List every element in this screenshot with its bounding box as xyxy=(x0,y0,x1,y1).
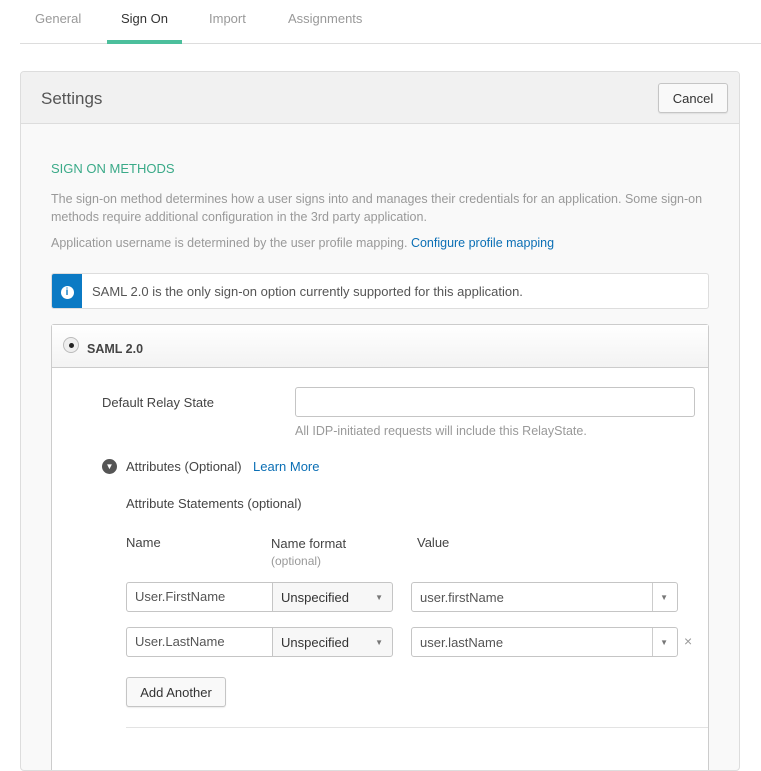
dropdown-arrow-icon[interactable]: ▼ xyxy=(660,638,668,647)
attr-value: user.lastName xyxy=(420,634,504,650)
relay-state-help: All IDP-initiated requests will include … xyxy=(295,424,587,438)
tab-sign-on[interactable]: Sign On xyxy=(121,11,168,26)
relay-state-label: Default Relay State xyxy=(102,395,215,410)
attr-name-input[interactable]: User.FirstName xyxy=(126,582,273,612)
learn-more-link[interactable]: Learn More xyxy=(253,459,319,474)
attribute-statements-label: Attribute Statements (optional) xyxy=(126,496,302,511)
col-name-header: Name xyxy=(126,535,161,550)
saml-label: SAML 2.0 xyxy=(87,342,144,356)
attributes-label: Attributes (Optional) xyxy=(126,459,242,474)
cancel-button[interactable]: Cancel xyxy=(658,83,728,113)
tab-general[interactable]: General xyxy=(35,11,81,26)
settings-panel: Settings Cancel SIGN ON METHODS The sign… xyxy=(20,71,740,771)
divider xyxy=(126,727,708,728)
attr-format-value: Unspecified xyxy=(281,634,349,650)
configure-profile-mapping-link[interactable]: Configure profile mapping xyxy=(411,236,554,250)
saml-radio[interactable] xyxy=(63,337,79,353)
saml-header: SAML 2.0 xyxy=(52,325,708,368)
attr-value: user.firstName xyxy=(420,589,504,605)
add-another-button[interactable]: Add Another xyxy=(126,677,226,707)
section-description: The sign-on method determines how a user… xyxy=(51,192,703,224)
remove-row-icon[interactable]: × xyxy=(684,633,692,649)
col-value-header: Value xyxy=(417,535,450,550)
relay-state-input[interactable] xyxy=(295,387,695,417)
dropdown-arrow-icon: ▼ xyxy=(375,593,383,602)
attr-name-input[interactable]: User.LastName xyxy=(126,627,273,657)
attr-format-select[interactable]: Unspecified ▼ xyxy=(272,627,393,657)
col-format-header: Name format xyxy=(271,536,347,551)
username-note: Application username is determined by th… xyxy=(51,236,554,250)
info-banner: i SAML 2.0 is the only sign-on option cu… xyxy=(51,273,709,309)
attr-format-select[interactable]: Unspecified ▼ xyxy=(272,582,393,612)
saml-option: SAML 2.0 Default Relay State All IDP-ini… xyxy=(51,324,709,770)
dropdown-arrow-icon: ▼ xyxy=(375,638,383,647)
attr-format-value: Unspecified xyxy=(281,589,349,605)
info-icon: i xyxy=(52,274,82,308)
attr-value-combobox[interactable]: user.firstName ▼ xyxy=(411,582,678,612)
section-heading: SIGN ON METHODS xyxy=(51,161,175,176)
tab-import[interactable]: Import xyxy=(209,11,246,26)
panel-header: Settings Cancel xyxy=(21,72,739,124)
tab-assignments[interactable]: Assignments xyxy=(288,11,362,26)
username-note-text: Application username is determined by th… xyxy=(51,236,408,250)
info-text: SAML 2.0 is the only sign-on option curr… xyxy=(92,284,523,299)
chevron-down-icon[interactable]: ▼ xyxy=(102,459,117,474)
attr-value-combobox[interactable]: user.lastName ▼ xyxy=(411,627,678,657)
active-tab-indicator xyxy=(107,40,182,44)
col-format-optional: (optional) xyxy=(271,554,322,568)
panel-title: Settings xyxy=(41,89,103,108)
dropdown-arrow-icon[interactable]: ▼ xyxy=(660,593,668,602)
